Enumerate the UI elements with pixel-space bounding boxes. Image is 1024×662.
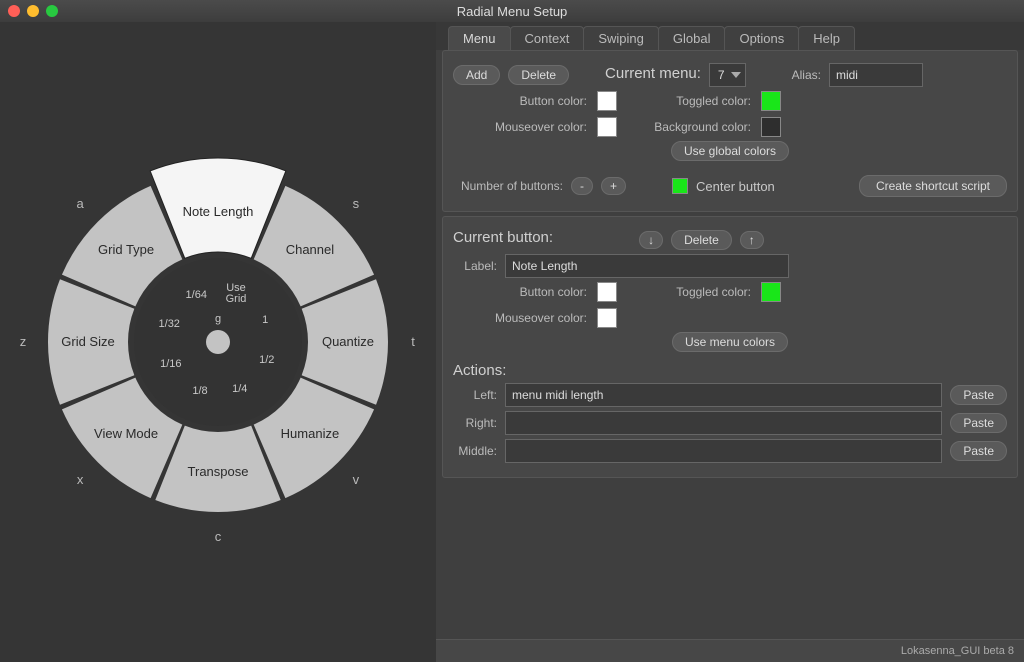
radial-shortcut: x [77, 472, 84, 487]
radial-inner-label: 1 [262, 314, 268, 326]
background-color-label: Background color: [631, 120, 751, 134]
center-button-label: Center button [696, 179, 775, 194]
use-menu-colors-button[interactable]: Use menu colors [672, 332, 788, 352]
button-label-input[interactable] [505, 254, 789, 278]
radial-segment-label: Quantize [322, 334, 374, 349]
paste-left-button[interactable]: Paste [950, 385, 1007, 405]
btn-button-color-label: Button color: [467, 285, 587, 299]
radial-inner-label: 1/32 [159, 318, 180, 330]
radial-segment-label: Transpose [188, 464, 249, 479]
num-buttons-plus[interactable]: + [601, 177, 626, 195]
alias-input[interactable] [829, 63, 923, 87]
radial-inner-label: 1/2 [259, 354, 274, 366]
radial-inner-label: Grid [226, 293, 247, 305]
footer-credit: Lokasenna_GUI beta 8 [901, 645, 1014, 657]
action-left-input[interactable] [505, 383, 942, 407]
tab-bar: MenuContextSwipingGlobalOptionsHelp [436, 22, 1024, 50]
radial-preview: Note Length Channel s Quantize t Humanize v Tra… [0, 22, 436, 662]
radial-shortcut: a [76, 196, 84, 211]
action-right-input[interactable] [505, 411, 942, 435]
radial-segment-label: Grid Type [98, 242, 154, 257]
radial-center-shortcut: g [215, 313, 221, 325]
tab-swiping[interactable]: Swiping [583, 26, 659, 50]
radial-center-button[interactable] [206, 330, 230, 354]
toggled-color-swatch[interactable] [761, 91, 781, 111]
radial-segment-label: View Mode [94, 426, 158, 441]
paste-right-button[interactable]: Paste [950, 413, 1007, 433]
chevron-down-icon [731, 72, 741, 78]
btn-mouseover-color-swatch[interactable] [597, 308, 617, 328]
add-button[interactable]: Add [453, 65, 500, 85]
radial-segment-label: Channel [286, 242, 335, 257]
current-button-panel: Current button: ↓ Delete ↑ Label: Button… [442, 216, 1018, 478]
radial-segment-label: Humanize [281, 426, 340, 441]
tab-options[interactable]: Options [724, 26, 799, 50]
radial-inner-label: 1/4 [232, 383, 247, 395]
menu-panel: Add Delete Current menu: 7 Alias: [442, 50, 1018, 212]
num-buttons-minus[interactable]: - [571, 177, 593, 195]
radial-inner-label: 1/64 [186, 289, 207, 301]
center-button-checkbox[interactable] [672, 178, 688, 194]
move-up-button[interactable]: ↑ [740, 231, 764, 249]
delete-button-button[interactable]: Delete [671, 230, 732, 250]
num-buttons-label: Number of buttons: [453, 179, 563, 193]
background-color-swatch[interactable] [761, 117, 781, 137]
move-down-button[interactable]: ↓ [639, 231, 663, 249]
current-menu-select[interactable]: 7 [709, 63, 746, 87]
btn-mouseover-color-label: Mouseover color: [467, 311, 587, 325]
toggled-color-label: Toggled color: [631, 94, 751, 108]
radial-shortcut: c [215, 529, 222, 544]
radial-shortcut: s [353, 196, 360, 211]
mouseover-color-label: Mouseover color: [467, 120, 587, 134]
button-color-swatch[interactable] [597, 91, 617, 111]
current-button-heading: Current button: [453, 229, 553, 246]
tab-help[interactable]: Help [798, 26, 855, 50]
btn-toggled-color-swatch[interactable] [761, 282, 781, 302]
tab-context[interactable]: Context [510, 26, 585, 50]
mouseover-color-swatch[interactable] [597, 117, 617, 137]
radial-segment-label: Note Length [183, 204, 254, 219]
radial-shortcut: t [411, 334, 415, 349]
tab-global[interactable]: Global [658, 26, 726, 50]
radial-shortcut: v [353, 472, 360, 487]
radial-shortcut: z [20, 334, 27, 349]
title-bar: Radial Menu Setup [0, 0, 1024, 22]
current-menu-label: Current menu: [605, 65, 701, 82]
btn-toggled-color-label: Toggled color: [631, 285, 751, 299]
actions-heading: Actions: [453, 362, 1007, 379]
action-middle-label: Middle: [453, 444, 497, 458]
button-label-label: Label: [453, 259, 497, 273]
btn-button-color-swatch[interactable] [597, 282, 617, 302]
delete-menu-button[interactable]: Delete [508, 65, 569, 85]
radial-inner-label: 1/8 [192, 385, 207, 397]
window-title: Radial Menu Setup [0, 4, 1024, 19]
alias-label: Alias: [792, 68, 821, 82]
footer: Lokasenna_GUI beta 8 [436, 639, 1024, 662]
paste-middle-button[interactable]: Paste [950, 441, 1007, 461]
action-middle-input[interactable] [505, 439, 942, 463]
action-left-label: Left: [453, 388, 497, 402]
radial-inner-label: 1/16 [160, 358, 181, 370]
radial-segment-label: Grid Size [61, 334, 114, 349]
button-color-label: Button color: [467, 94, 587, 108]
use-global-colors-button[interactable]: Use global colors [671, 141, 789, 161]
action-right-label: Right: [453, 416, 497, 430]
create-shortcut-button[interactable]: Create shortcut script [859, 175, 1007, 197]
tab-menu[interactable]: Menu [448, 26, 511, 50]
